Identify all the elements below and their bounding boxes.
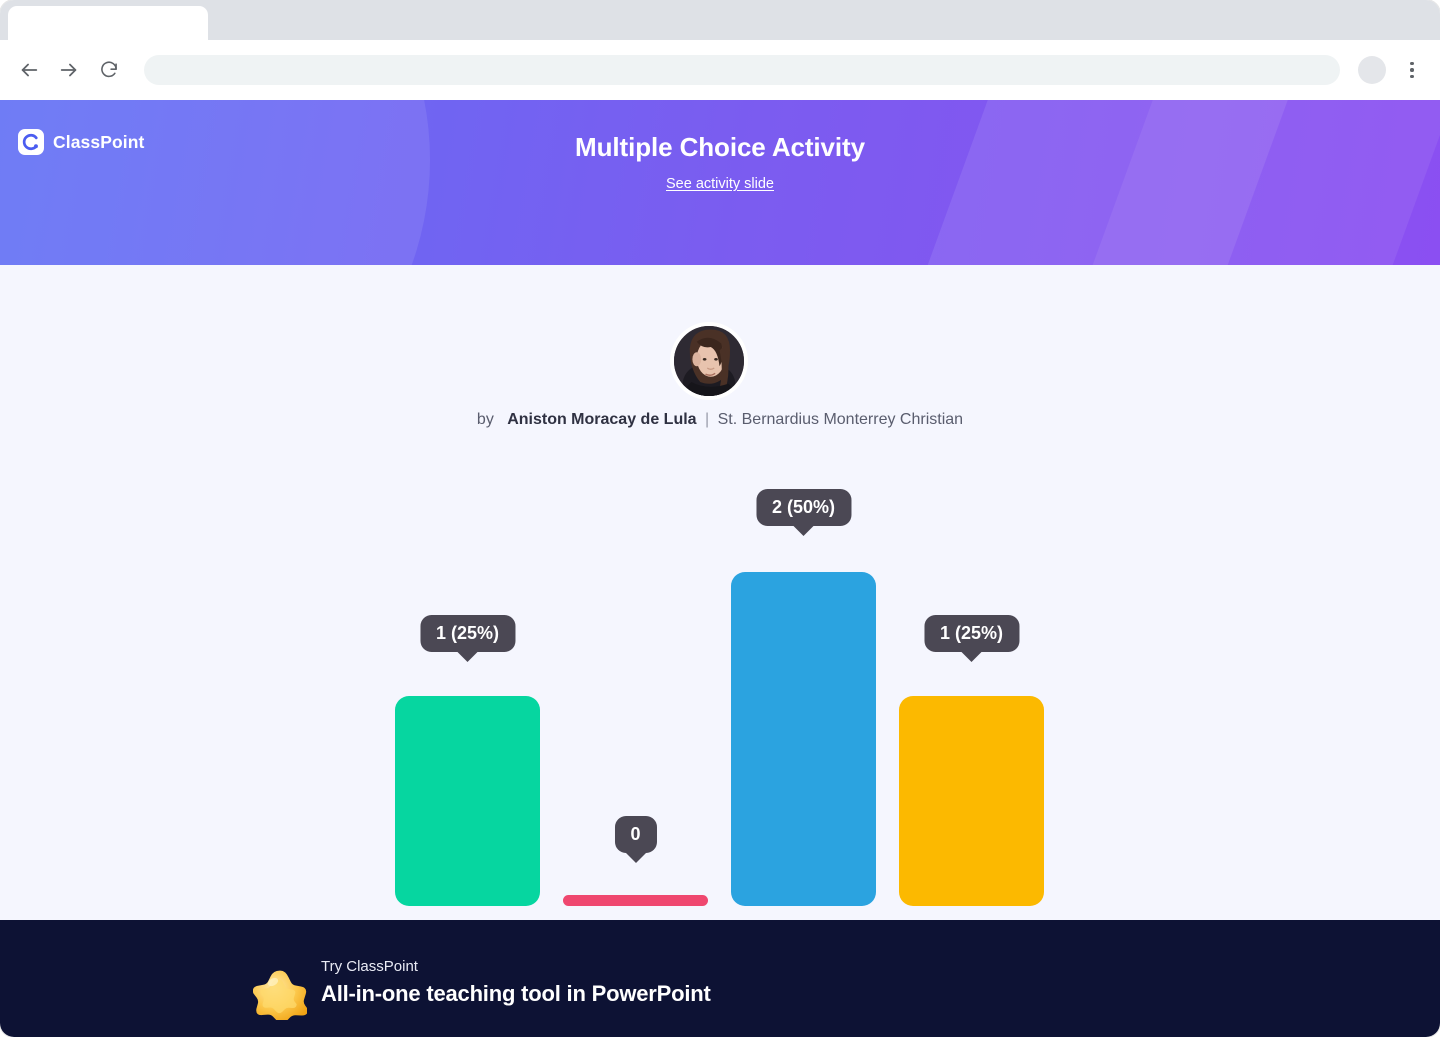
profile-avatar-icon[interactable] (1358, 56, 1386, 84)
bar-b[interactable] (563, 895, 708, 906)
bar-value-tooltip-b: 0 (614, 816, 657, 853)
bar-column-b: 0 B (563, 460, 708, 980)
promo-text: Try ClassPoint All-in-one teaching tool … (321, 958, 711, 1007)
browser-tabstrip (0, 0, 1440, 40)
byline-separator: | (705, 411, 710, 428)
byline-prefix: by (476, 411, 494, 428)
bar-column-d: 1 (25%) D (899, 460, 1044, 980)
results-bar-chart: 1 (25%) A 0 B 2 (50%) C (0, 460, 1440, 980)
bar-a[interactable] (395, 696, 540, 906)
page-title: Multiple Choice Activity (575, 132, 865, 162)
back-arrow-icon[interactable] (12, 53, 46, 87)
star-emoji-icon (252, 966, 309, 1024)
byline: by Aniston Moracay de Lula | St. Bernard… (0, 411, 1440, 429)
promo-banner: Try ClassPoint All-in-one teaching tool … (0, 920, 1440, 1037)
browser-window: ClassPoint Multiple Choice Activity See … (0, 0, 1440, 1037)
bar-d[interactable] (899, 696, 1044, 906)
see-activity-slide-label: See activity slide (666, 176, 774, 192)
activity-hero-header: ClassPoint Multiple Choice Activity See … (0, 100, 1440, 265)
reload-icon[interactable] (92, 53, 126, 87)
avatar (670, 322, 748, 400)
bar-column-c: 2 (50%) C (731, 460, 876, 980)
forward-arrow-icon[interactable] (52, 53, 86, 87)
promo-kicker: Try ClassPoint (321, 958, 418, 975)
see-activity-slide-link[interactable]: See activity slide (0, 175, 1440, 193)
bar-group: 1 (25%) A 0 B 2 (50%) C (380, 460, 1060, 980)
bar-value-tooltip-a: 1 (25%) (419, 615, 516, 652)
bar-value-tooltip-c: 2 (50%) (755, 489, 852, 526)
kebab-menu-icon[interactable] (1400, 53, 1424, 87)
browser-tab[interactable] (8, 6, 208, 40)
address-bar[interactable] (144, 55, 1340, 85)
promo-headline: All-in-one teaching tool in PowerPoint (321, 981, 711, 1006)
byline-author-name: Aniston Moracay de Lula (507, 411, 697, 428)
bar-c[interactable] (731, 572, 876, 906)
bar-column-a: 1 (25%) A (395, 460, 540, 980)
bar-value-tooltip-d: 1 (25%) (923, 615, 1020, 652)
byline-school-name: St. Bernardius Monterrey Christian (717, 411, 964, 428)
page-content: ClassPoint Multiple Choice Activity See … (0, 100, 1440, 1037)
browser-toolbar (0, 40, 1440, 100)
